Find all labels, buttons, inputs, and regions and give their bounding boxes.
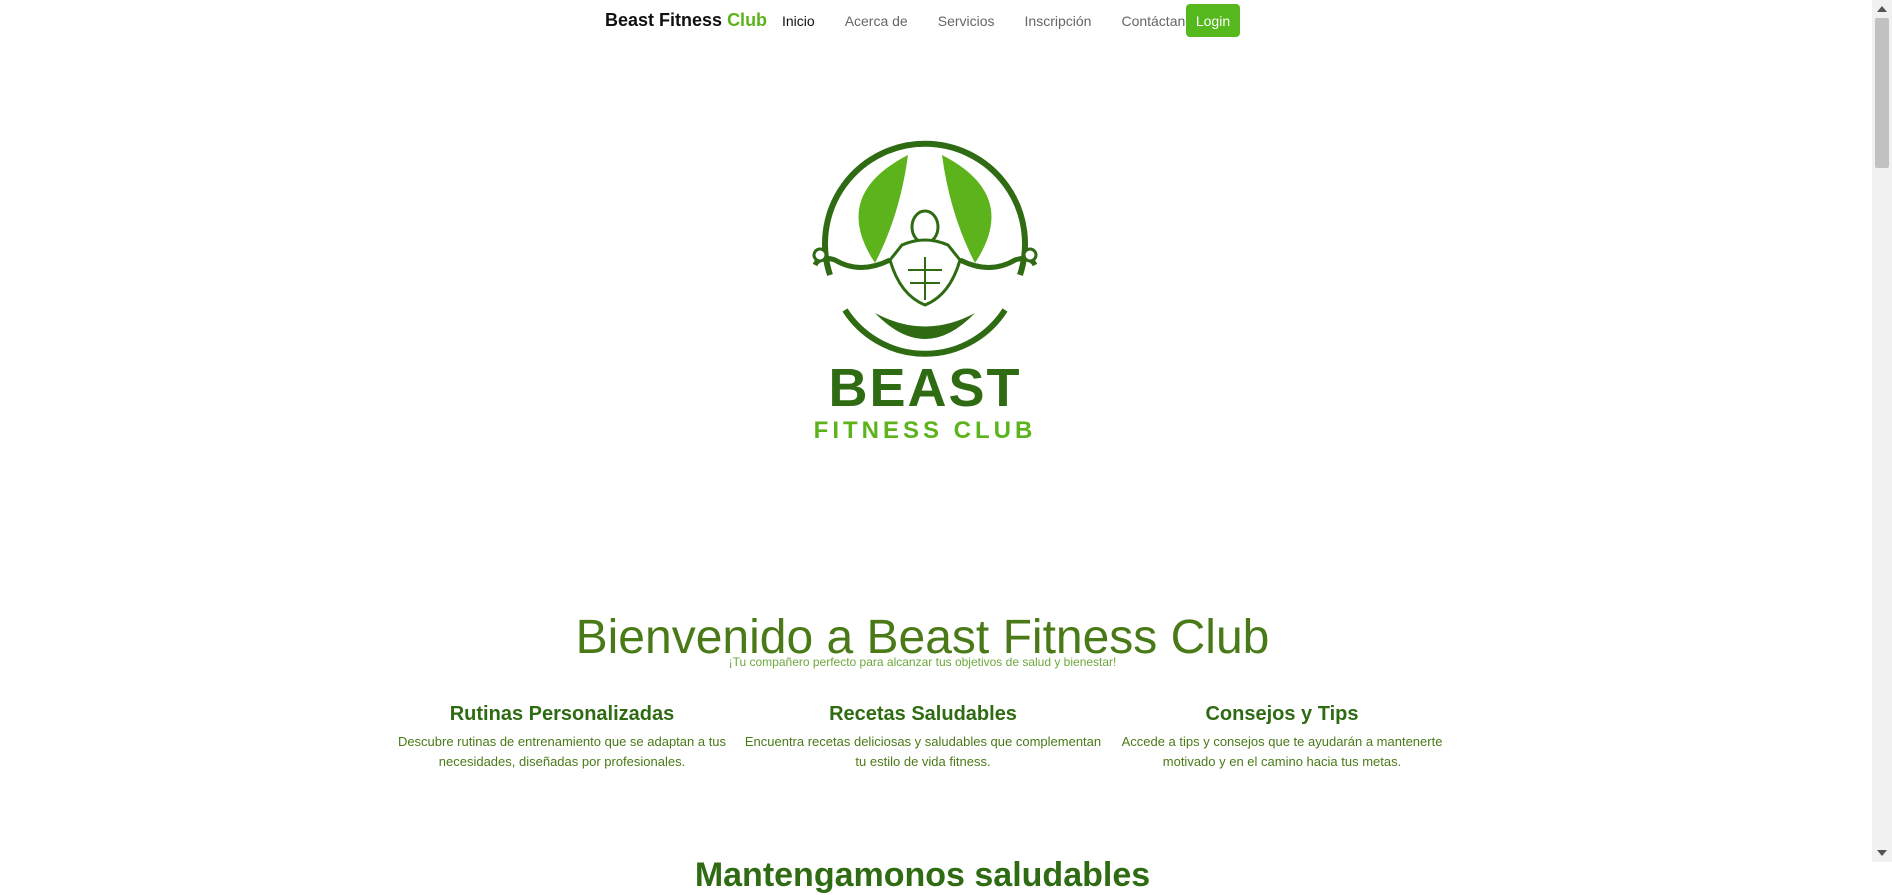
logo-word-beast: BEAST (828, 358, 1022, 418)
login-button[interactable]: Login (1186, 4, 1240, 37)
feature-recetas: Recetas Saludables Encuentra recetas del… (743, 703, 1103, 772)
feature-title: Rutinas Personalizadas (449, 703, 675, 725)
feature-consejos: Consejos y Tips Accede a tips y consejos… (1102, 703, 1462, 772)
nav-link-acerca-de[interactable]: Acerca de (845, 13, 908, 29)
nav-link-servicios[interactable]: Servicios (938, 13, 995, 29)
feature-title: Consejos y Tips (1205, 703, 1359, 725)
feature-rutinas: Rutinas Personalizadas Descubre rutinas … (382, 703, 742, 772)
scrollbar-thumb[interactable] (1875, 18, 1889, 168)
scroll-up-arrow-icon[interactable] (1877, 6, 1887, 12)
brand-logo-text[interactable]: Beast Fitness Club (605, 10, 767, 31)
vertical-scrollbar[interactable] (1872, 0, 1892, 862)
bodybuilder-emblem-icon (812, 140, 1038, 357)
brand-main: Beast Fitness (605, 10, 723, 30)
nav-link-inicio[interactable]: Inicio (782, 13, 815, 29)
nav-link-inscripcion[interactable]: Inscripción (1025, 13, 1092, 29)
hero-logo: BEAST FITNESS CLUB (790, 135, 1060, 455)
feature-text: Accede a tips y consejos que te ayudarán… (1121, 734, 1443, 769)
section-title: Mantengamonos saludables (694, 856, 1151, 895)
feature-text: Encuentra recetas deliciosas y saludable… (744, 734, 1102, 769)
feature-title: Recetas Saludables (829, 703, 1017, 725)
hero-subtitle: ¡Tu compañero perfecto para alcanzar tus… (728, 655, 1117, 669)
brand-accent: Club (727, 10, 768, 30)
navbar: Beast Fitness Club Inicio Acerca de Serv… (0, 0, 1872, 42)
nav-links: Inicio Acerca de Servicios Inscripción C… (782, 0, 1230, 42)
logo-word-fitness-club: FITNESS CLUB (813, 417, 1037, 444)
feature-text: Descubre rutinas de entrenamiento que se… (397, 734, 727, 769)
scroll-down-arrow-icon[interactable] (1877, 850, 1887, 856)
